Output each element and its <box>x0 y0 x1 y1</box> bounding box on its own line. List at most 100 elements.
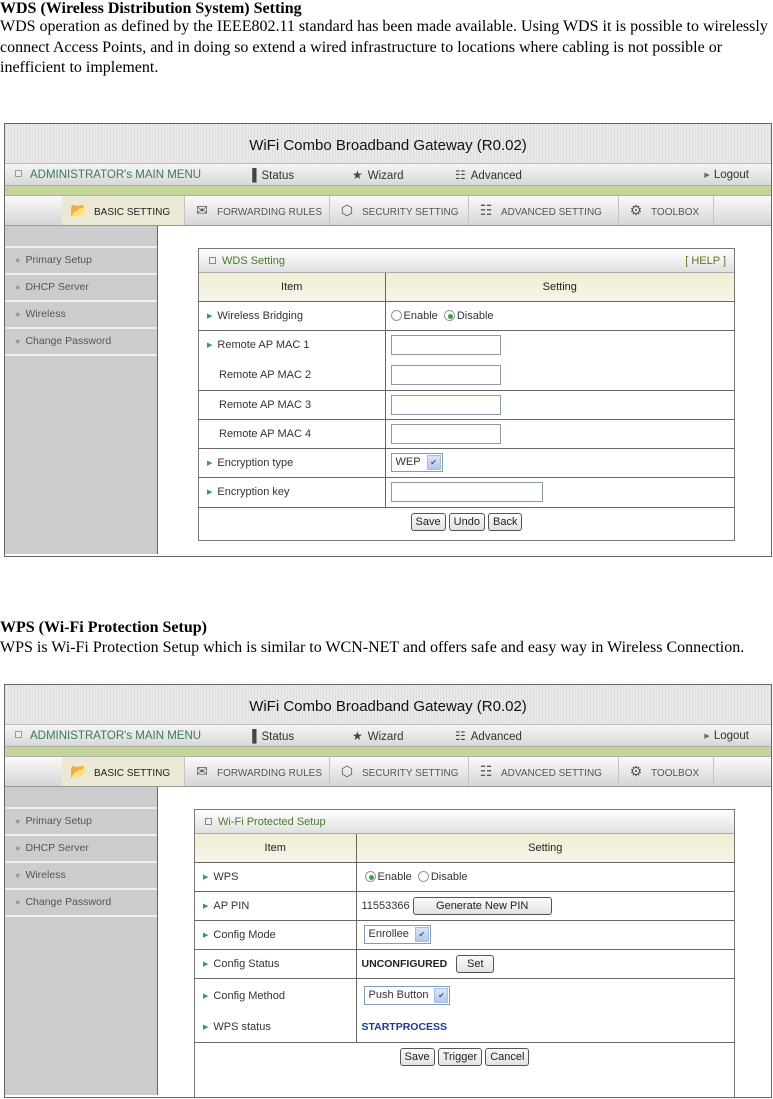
cancel-button[interactable]: Cancel <box>485 1047 530 1066</box>
sidebar-item-label: Wireless <box>25 869 66 881</box>
tab-advanced-setting[interactable]: ☷ ADVANCED SETTING <box>469 757 619 786</box>
column-header-item: Item <box>199 273 385 302</box>
button-row: Save Trigger Cancel <box>195 1042 734 1071</box>
menu-status[interactable]: ▐ Status <box>248 168 294 182</box>
row-label: ▶ Config Method <box>195 978 356 1013</box>
tab-advanced-setting[interactable]: ☷ ADVANCED SETTING <box>469 196 619 225</box>
encryption-type-select[interactable]: WEP ✔ <box>390 453 443 472</box>
sidebar-item-wireless[interactable]: ● Wireless <box>5 863 157 890</box>
sidebar-item-label: Change Password <box>25 896 112 908</box>
sidebar-item-label: Primary Setup <box>25 815 92 827</box>
menu-status[interactable]: ▐ Status <box>248 729 294 743</box>
folder-icon: 📂 <box>70 202 88 218</box>
chevron-down-icon: ✔ <box>426 455 441 470</box>
config-mode-label: Config Mode <box>213 928 276 941</box>
logout-link[interactable]: ▶ Logout <box>704 169 749 181</box>
tab-forwarding-rules[interactable]: ✉ FORWARDING RULES <box>185 757 330 786</box>
tab-label: ADVANCED SETTING <box>501 207 602 218</box>
forwarding-icon: ✉ <box>196 763 208 779</box>
toolbox-icon: ⚙ <box>629 202 643 218</box>
arrow-icon: ▶ <box>203 902 209 910</box>
back-button[interactable]: Back <box>488 512 523 531</box>
status-icon: ▐ <box>248 168 257 182</box>
row-setting: UNCONFIGURED Set <box>355 949 734 979</box>
content-area: ● Primary Setup ● DHCP Server ● Wireless ● C… <box>5 787 771 1097</box>
encryption-key-label: Encryption key <box>217 486 290 498</box>
router-title: WiFi Combo Broadband Gateway (R0.02) <box>5 685 771 725</box>
generate-new-pin-button[interactable]: Generate New PIN <box>412 896 552 915</box>
tab-basic-setting[interactable]: 📂 BASIC SETTING <box>62 196 185 225</box>
set-button[interactable]: Set <box>456 954 495 973</box>
menu-wizard-label: Wizard <box>367 731 404 743</box>
sidebar-item-label: Wireless <box>25 308 66 320</box>
remote-ap-mac-1-input[interactable] <box>390 335 501 356</box>
config-method-select[interactable]: Push Button ✔ <box>363 986 451 1006</box>
admin-main-menu[interactable]: ADMINISTRATOR's MAIN MENU <box>15 169 201 181</box>
tab-toolbox[interactable]: ⚙ TOOLBOX <box>619 757 714 786</box>
sidebar-item-change-password[interactable]: ● Change Password <box>5 890 157 917</box>
sidebar-item-dhcp-server[interactable]: ● DHCP Server <box>5 275 157 302</box>
save-button[interactable]: Save <box>410 512 446 531</box>
sidebar-spacer <box>5 226 157 248</box>
wireless-bridging-enable-radio[interactable] <box>390 309 402 321</box>
wireless-bridging-disable-radio[interactable] <box>443 309 455 321</box>
wps-status-value: STARTPROCESS <box>361 1021 448 1034</box>
menu-advanced[interactable]: ☷ Advanced <box>455 168 522 182</box>
tab-basic-setting[interactable]: 📂 BASIC SETTING <box>62 757 185 786</box>
wps-enable-radio[interactable] <box>364 870 376 882</box>
row-setting: STARTPROCESS <box>355 1013 734 1043</box>
admin-main-menu[interactable]: ADMINISTRATOR's MAIN MENU <box>15 730 201 742</box>
advanced-icon: ☷ <box>455 168 466 182</box>
trigger-button[interactable]: Trigger <box>437 1047 483 1066</box>
tab-security-setting[interactable]: ⬡ SECURITY SETTING <box>330 196 469 225</box>
triangle-right-icon: ▶ <box>704 733 710 740</box>
tab-security-setting[interactable]: ⬡ SECURITY SETTING <box>330 757 469 786</box>
menu-status-label: Status <box>261 731 295 743</box>
encryption-key-input[interactable] <box>390 482 543 502</box>
wds-description: WDS operation as defined by the IEEE802.… <box>0 18 768 76</box>
help-link[interactable]: [ HELP ] <box>685 249 726 273</box>
sidebar-item-primary-setup[interactable]: ● Primary Setup <box>5 809 157 836</box>
sidebar-item-label: DHCP Server <box>25 281 89 293</box>
menu-advanced-label: Advanced <box>470 170 522 182</box>
sidebar-item-wireless[interactable]: ● Wireless <box>5 302 157 329</box>
sidebar-item-primary-setup[interactable]: ● Primary Setup <box>5 248 157 275</box>
remote-ap-mac-4-input[interactable] <box>390 423 501 444</box>
sidebar-item-change-password[interactable]: ● Change Password <box>5 329 157 356</box>
remote-ap-mac-3-input[interactable] <box>390 394 501 415</box>
column-header-setting: Setting <box>355 834 734 863</box>
wps-disable-radio[interactable] <box>417 870 429 882</box>
logout-link[interactable]: ▶ Logout <box>704 730 749 742</box>
arrow-icon: ▶ <box>203 992 209 1000</box>
radio-label: Disable <box>456 309 494 322</box>
bullet-icon: ● <box>15 255 21 265</box>
square-icon <box>209 257 216 264</box>
menu-wizard[interactable]: ★ Wizard <box>352 729 404 743</box>
security-icon: ⬡ <box>340 202 354 218</box>
bullet-icon: ● <box>15 897 21 907</box>
menu-advanced-label: Advanced <box>470 731 522 743</box>
row-label: Remote AP MAC 3 <box>199 390 385 420</box>
panel-header: WDS Setting [ HELP ] <box>199 249 734 273</box>
toolbox-icon: ⚙ <box>629 763 643 779</box>
remote-ap-mac-1-label: Remote AP MAC 1 <box>217 339 310 352</box>
advanced-setting-icon: ☷ <box>479 202 493 218</box>
select-value: WEP <box>395 456 421 468</box>
admin-main-menu-label: ADMINISTRATOR's MAIN MENU <box>30 169 202 181</box>
config-mode-select[interactable]: Enrollee ✔ <box>363 925 431 944</box>
tab-toolbox[interactable]: ⚙ TOOLBOX <box>619 196 714 225</box>
undo-button[interactable]: Undo <box>448 512 485 531</box>
remote-ap-mac-2-input[interactable] <box>390 364 501 385</box>
wireless-bridging-setting: Enable Disable <box>384 301 734 331</box>
config-method-label: Config Method <box>213 989 285 1002</box>
tab-forwarding-rules[interactable]: ✉ FORWARDING RULES <box>185 196 330 225</box>
menu-advanced[interactable]: ☷ Advanced <box>455 729 522 743</box>
sidebar-item-dhcp-server[interactable]: ● DHCP Server <box>5 836 157 863</box>
bullet-icon: ● <box>15 336 21 346</box>
save-button[interactable]: Save <box>399 1047 435 1066</box>
menu-wizard[interactable]: ★ Wizard <box>352 168 404 182</box>
row-setting <box>384 360 734 391</box>
row-label: ▶ Encryption key <box>199 477 385 508</box>
row-setting: WEP ✔ <box>384 448 734 478</box>
wizard-icon: ★ <box>352 168 363 182</box>
